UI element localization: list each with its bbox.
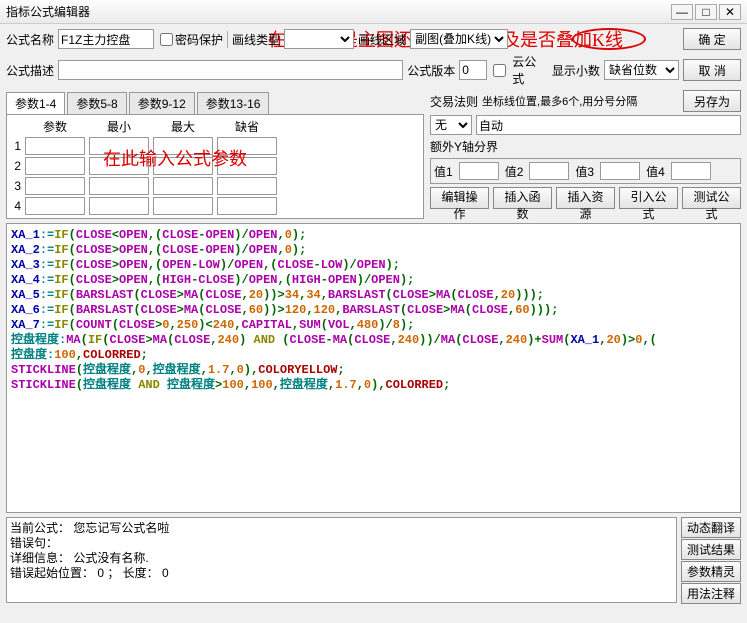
val3-input[interactable] [600,162,640,180]
plottype-select[interactable] [284,29,354,49]
param-def-3[interactable] [217,177,277,195]
ok-button[interactable]: 确 定 [683,28,741,50]
val4-input[interactable] [671,162,711,180]
name-input[interactable] [58,29,154,49]
saveas-button[interactable]: 另存为 [683,90,741,112]
param-max-1[interactable] [153,137,213,155]
extray-label: 额外Y轴分界 [430,138,741,155]
test-button[interactable]: 测试公式 [682,187,741,209]
params-panel: 在此输入公式参数 参数最小最大缺省1234 [6,115,424,219]
insfn-button[interactable]: 插入函数 [493,187,552,209]
window-title: 指标公式编辑器 [6,3,669,20]
extray-values: 值1 值2 值3 值4 [430,158,741,184]
version-input[interactable] [459,60,487,80]
version-label: 公式版本 [407,62,455,79]
param-name-3[interactable] [25,177,85,195]
usage-button[interactable]: 用法注释 [681,583,741,604]
traderule-label: 交易法则 [430,93,478,110]
val2-input[interactable] [529,162,569,180]
param-name-2[interactable] [25,157,85,175]
password-checkbox[interactable] [160,33,173,46]
param-min-3[interactable] [89,177,149,195]
param-min-1[interactable] [89,137,149,155]
close-icon[interactable]: ✕ [719,4,741,20]
traderule-select[interactable]: 无 [430,115,472,135]
region-label: 画线区域 [358,31,406,48]
plottype-label: 画线类型 [232,31,280,48]
desc-label: 公式描述 [6,62,54,79]
cancel-button[interactable]: 取 消 [683,59,741,81]
param-max-3[interactable] [153,177,213,195]
param-min-2[interactable] [89,157,149,175]
cloud-label: 云公式 [512,53,548,87]
dyntrans-button[interactable]: 动态翻译 [681,517,741,538]
testres-button[interactable]: 测试结果 [681,539,741,560]
desc-input[interactable] [58,60,403,80]
decimal-label: 显示小数 [552,62,600,79]
paramwiz-button[interactable]: 参数精灵 [681,561,741,582]
maximize-icon[interactable]: □ [695,4,717,20]
region-select[interactable]: 副图(叠加K线) [410,29,508,49]
minimize-icon[interactable]: — [671,4,693,20]
param-def-4[interactable] [217,197,277,215]
param-name-1[interactable] [25,137,85,155]
cloud-checkbox[interactable] [493,64,506,77]
param-max-2[interactable] [153,157,213,175]
message-box: 当前公式： 您忘记写公式名啦 错误句： 详细信息： 公式没有名称. 错误起始位置… [6,517,677,603]
param-min-4[interactable] [89,197,149,215]
editop-button[interactable]: 编辑操作 [430,187,489,209]
param-max-4[interactable] [153,197,213,215]
param-name-4[interactable] [25,197,85,215]
param-def-2[interactable] [217,157,277,175]
tab-params-1-4[interactable]: 参数1-4 [6,92,65,114]
decimal-select[interactable]: 缺省位数 [604,60,679,80]
val1-input[interactable] [459,162,499,180]
coord-input[interactable] [476,115,741,135]
titlebar: 指标公式编辑器 — □ ✕ [0,0,747,24]
tab-params-13-16[interactable]: 参数13-16 [197,92,270,114]
coord-hint: 坐标线位置,最多6个,用分号分隔 [482,93,637,109]
name-label: 公式名称 [6,31,54,48]
password-label: 密码保护 [175,31,223,48]
param-tabs: 参数1-4 参数5-8 参数9-12 参数13-16 [6,92,424,115]
insres-button[interactable]: 插入资源 [556,187,615,209]
tab-params-5-8[interactable]: 参数5-8 [67,92,126,114]
tab-params-9-12[interactable]: 参数9-12 [129,92,195,114]
code-editor[interactable]: XA_1:=IF(CLOSE<OPEN,(CLOSE-OPEN)/OPEN,0)… [6,223,741,513]
param-def-1[interactable] [217,137,277,155]
import-button[interactable]: 引入公式 [619,187,678,209]
